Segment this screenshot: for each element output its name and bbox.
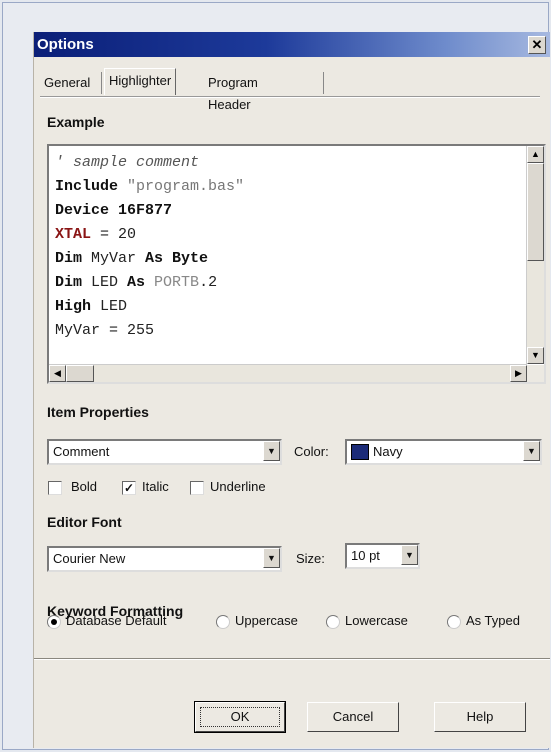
tab-separator [101,72,102,94]
code-line: High LED [55,298,127,315]
example-code-box[interactable]: ' sample comment Include "program.bas" Dev… [47,144,546,384]
tab-general[interactable]: General [40,72,94,94]
scroll-left-icon[interactable]: ◀ [49,365,66,382]
code-line: Dim MyVar As Byte [55,250,208,267]
item-select[interactable]: Comment ▼ [47,439,282,465]
radio-label-database-default: Database Default [66,613,167,628]
code-token: High [55,298,101,315]
vertical-scrollbar[interactable]: ▲ ▼ [526,146,544,364]
scroll-right-icon[interactable]: ▶ [510,365,527,382]
code-token: "program.bas" [127,178,245,195]
scrollbar-corner [527,365,544,382]
help-button[interactable]: Help [434,702,526,732]
radio-as-typed[interactable] [447,615,461,629]
size-select-value: 10 pt [351,548,380,563]
code-token: Dim [55,250,92,267]
help-button-label: Help [466,709,494,724]
chevron-down-icon[interactable]: ▼ [523,441,540,461]
radio-label-uppercase: Uppercase [235,613,298,628]
code-token: As [127,274,155,291]
title-bar[interactable]: Options ✕ [34,32,550,57]
radio-database-default[interactable] [47,615,61,629]
color-swatch [351,444,369,460]
code-token: MyVar [91,250,146,267]
close-icon[interactable]: ✕ [528,36,546,54]
ok-button[interactable]: OK [194,701,286,733]
code-token: Include [55,178,128,195]
horizontal-scroll-thumb[interactable] [66,365,94,382]
code-token: Device 16F877 [55,202,173,219]
code-token: LED [91,274,128,291]
chevron-down-icon[interactable]: ▼ [263,441,280,461]
radio-label-as-typed: As Typed [466,613,520,628]
scroll-up-icon[interactable]: ▲ [527,146,544,163]
options-dialog: Options ✕ General Highlighter Program He… [33,32,550,748]
code-token: As Byte [145,250,209,267]
code-token: ' sample comment [55,154,200,171]
code-token: LED [100,298,128,315]
code-token: Dim [55,274,92,291]
scroll-thumb[interactable] [527,163,544,261]
code-line: ' sample comment [55,154,199,171]
cancel-button-label: Cancel [332,709,374,724]
horizontal-scrollbar[interactable]: ◀ ▶ [49,364,527,382]
font-select-value: Courier New [53,551,126,566]
size-select[interactable]: 10 pt ▼ [345,543,420,569]
example-heading: Example [47,114,105,130]
code-line: Include "program.bas" [55,178,244,195]
italic-checkbox[interactable]: ✓ [122,481,136,495]
footer-divider [34,658,550,660]
tab-program-header[interactable]: Program Header [204,72,262,112]
radio-label-lowercase: Lowercase [345,613,408,628]
bold-label: Bold [71,479,98,494]
tab-separator [323,72,324,94]
size-label: Size: [296,551,325,566]
tab-panel-border [40,96,540,98]
item-properties-heading: Item Properties [47,404,149,420]
color-select[interactable]: Navy ▼ [345,439,542,465]
chevron-down-icon[interactable]: ▼ [263,548,280,568]
color-label: Color: [294,444,329,459]
code-token: PORTB [154,274,200,291]
font-select[interactable]: Courier New ▼ [47,546,282,572]
radio-selected-dot [51,619,57,625]
radio-uppercase[interactable] [216,615,230,629]
editor-font-heading: Editor Font [47,514,122,530]
color-select-value: Navy [373,444,403,459]
scroll-down-icon[interactable]: ▼ [527,347,544,364]
underline-label: Underline [210,479,266,494]
code-token: MyVar = 255 [55,322,155,339]
code-line: Dim LED As PORTB.2 [55,274,217,291]
underline-checkbox[interactable] [190,481,204,495]
code-line: XTAL = 20 [55,226,136,243]
item-select-value: Comment [53,444,110,459]
code-token: = 20 [91,226,137,243]
focus-ring [200,707,280,727]
window-title: Options [37,36,94,53]
italic-label: Italic [142,479,169,494]
radio-lowercase[interactable] [326,615,340,629]
chevron-down-icon[interactable]: ▼ [401,545,418,565]
code-token: .2 [199,274,218,291]
bold-checkbox[interactable] [48,481,62,495]
tab-highlighter[interactable]: Highlighter [104,68,177,95]
cancel-button[interactable]: Cancel [307,702,399,732]
code-line: MyVar = 255 [55,322,154,339]
code-token: XTAL [55,226,92,243]
code-line: Device 16F877 [55,202,172,219]
